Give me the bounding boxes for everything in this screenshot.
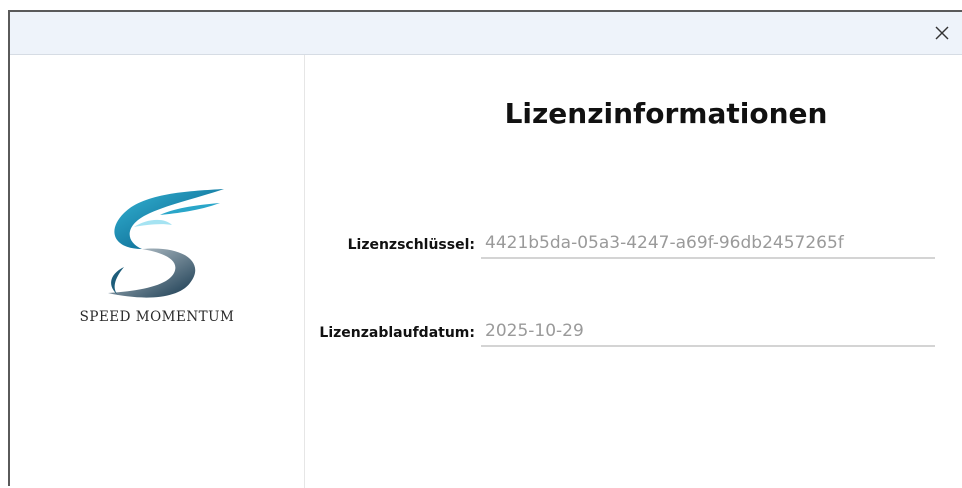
- license-key-label: Lizenzschlüssel:: [347, 237, 475, 253]
- license-key-field[interactable]: [481, 229, 935, 259]
- license-key-row: Lizenzschlüssel:: [305, 229, 945, 263]
- license-dialog: SPEED MOMENTUM Lizenzinformationen Lizen…: [8, 10, 962, 488]
- license-expiry-label: Lizenzablaufdatum:: [319, 325, 475, 341]
- title-bar: [10, 12, 962, 55]
- license-expiry-row: Lizenzablaufdatum:: [305, 317, 945, 351]
- brand-name: SPEED MOMENTUM: [79, 309, 235, 325]
- license-expiry-field[interactable]: [481, 317, 935, 347]
- page-title: Lizenzinformationen: [504, 97, 828, 130]
- close-icon: [935, 26, 949, 40]
- close-button[interactable]: [922, 12, 962, 54]
- branding-panel: SPEED MOMENTUM: [10, 55, 305, 488]
- speed-momentum-logo: [108, 189, 224, 298]
- license-content: Lizenzinformationen Lizenzschlüssel: Liz…: [305, 55, 962, 488]
